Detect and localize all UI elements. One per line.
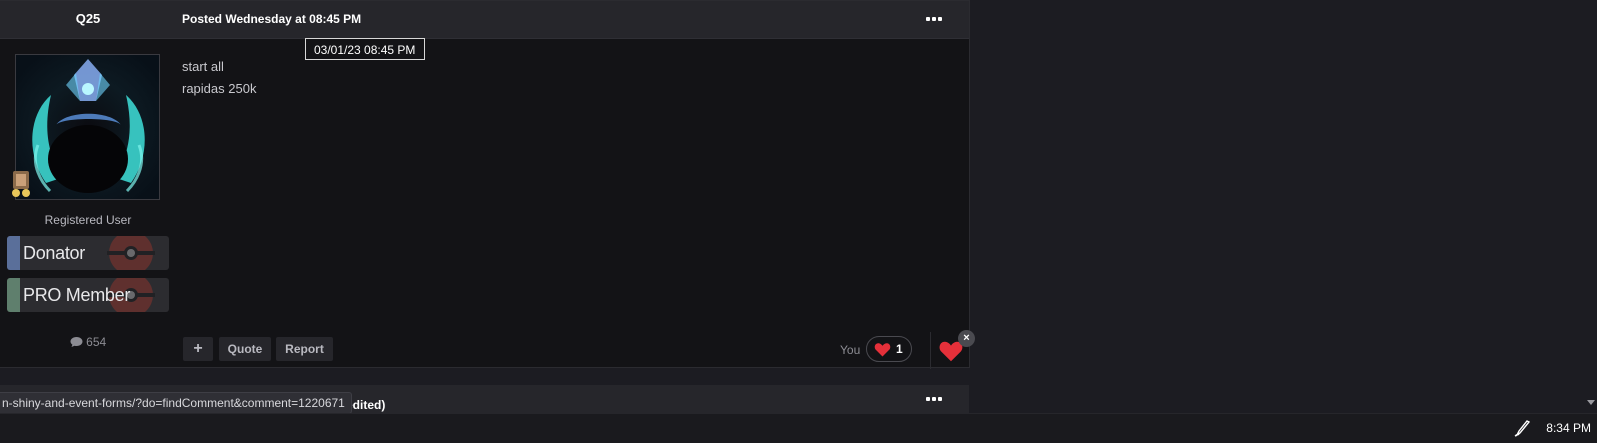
rank-badge-icon [10,171,32,199]
remove-reaction-icon[interactable]: × [958,330,975,347]
pen-icon[interactable] [1514,419,1532,437]
post-line: start all [182,59,224,74]
reaction-by[interactable]: You [840,343,860,357]
reaction-count-button[interactable]: 1 [866,336,912,362]
avatar[interactable] [15,54,160,200]
quote-button[interactable]: Quote [219,337,271,361]
badge-label: PRO Member [23,285,131,305]
heart-icon [874,343,891,357]
post-count[interactable]: 654 [0,335,176,349]
author-name[interactable]: Q25 [0,11,176,26]
timestamp-tooltip: 03/01/23 08:45 PM [305,38,425,60]
comment-icon [70,337,83,347]
post-line: rapidas 250k [182,81,257,96]
post-date[interactable]: Posted Wednesday at 08:45 PM [182,12,361,26]
badge-label: Donator [23,243,85,263]
post-header: Q25 Posted Wednesday at 08:45 PM [0,1,969,39]
add-button[interactable]: + [183,337,213,361]
status-bar-url: n-shiny-and-event-forms/?do=findComment&… [0,392,352,414]
reaction-count: 1 [896,342,903,356]
report-button[interactable]: Report [276,337,333,361]
post-menu-icon[interactable] [926,11,950,27]
post-body: start all rapidas 250k [182,56,256,100]
pokeball-icon [107,236,155,270]
donator-badge: Donator [7,236,169,270]
post-count-value: 654 [86,335,107,349]
pro-member-badge: PRO Member [7,278,169,312]
taskbar-clock[interactable]: 8:34 PM [1546,421,1591,435]
scroll-down-arrow-icon[interactable] [1587,400,1595,405]
badge-stripe [7,236,20,270]
user-title: Registered User [44,213,132,227]
badge-stripe [7,278,20,312]
post-menu-icon[interactable] [926,391,950,407]
taskbar: 8:34 PM [0,413,1597,443]
post-container: Q25 Posted Wednesday at 08:45 PM 03/01/2… [0,0,970,369]
edited-label: edited) [346,398,386,412]
